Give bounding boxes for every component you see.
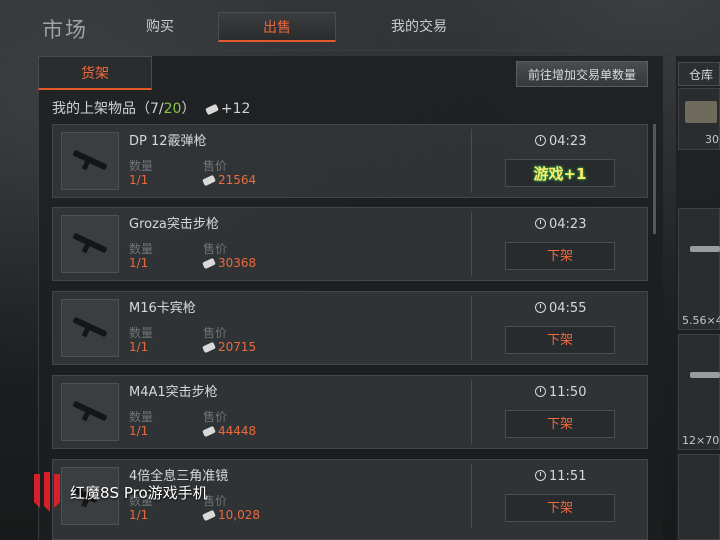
warehouse-slot[interactable] (678, 208, 720, 330)
listing-timer: 11:50 (535, 385, 586, 400)
listing-timer: 04:23 (535, 134, 586, 149)
price-label: 售价 (203, 410, 228, 424)
price-label: 售价 (203, 242, 228, 256)
shotgun-icon (72, 149, 108, 171)
scrollbar[interactable] (653, 124, 656, 234)
tab-sell[interactable]: 出售 (218, 12, 336, 42)
quantity-label: 数量 (129, 242, 154, 256)
ammo-icon (690, 372, 720, 378)
item-price: 20715 (202, 340, 257, 354)
item-price-value: 20715 (218, 340, 257, 354)
bonus-value: +12 (220, 101, 251, 117)
game-plus-one-badge[interactable]: 游戏+1 (505, 159, 615, 187)
item-price: 44448 (202, 424, 257, 438)
listed-count: 7 (150, 101, 159, 117)
item-price: 21564 (202, 173, 257, 187)
timer-value: 04:55 (549, 301, 587, 316)
currency-icon (202, 341, 216, 354)
unlist-button[interactable]: 下架 (505, 326, 615, 354)
item-thumbnail (61, 299, 119, 357)
listed-label: 我的上架物品（ (52, 101, 150, 117)
row-divider (471, 212, 472, 276)
timer-value: 11:51 (549, 469, 587, 484)
price-label: 售价 (203, 326, 228, 340)
listing-row[interactable]: DP 12霰弹枪 数量 售价 1/1 21564 04:23 游戏+1 (52, 124, 648, 198)
clock-icon (535, 470, 546, 481)
listed-items-summary: 我的上架物品（7/20） +12 (52, 98, 250, 118)
quantity-label: 数量 (129, 326, 154, 340)
ammo-label: 5.56×4 (682, 314, 720, 327)
tab-warehouse[interactable]: 仓库 (678, 62, 720, 86)
item-name: DP 12霰弹枪 (129, 134, 207, 149)
quantity-label: 数量 (129, 159, 154, 173)
item-name: Groza突击步枪 (129, 217, 219, 232)
listing-row[interactable]: M16卡宾枪 数量 售价 1/1 20715 04:55 下架 (52, 291, 648, 365)
listing-timer: 04:55 (535, 301, 586, 316)
warehouse-slot[interactable] (678, 454, 720, 540)
currency-icon (202, 425, 216, 438)
listing-timer: 04:23 (535, 217, 586, 232)
item-quantity: 1/1 (129, 424, 149, 438)
listed-close: ） (181, 101, 196, 117)
warehouse-slot[interactable]: 30 (678, 88, 720, 150)
rifle-icon (72, 232, 108, 254)
slot-value: 30 (705, 133, 719, 146)
listing-row[interactable]: M4A1突击步枪 数量 售价 1/1 44448 11:50 下架 (52, 375, 648, 449)
item-price-value: 44448 (218, 424, 257, 438)
item-quantity: 1/1 (129, 340, 149, 354)
price-label: 售价 (203, 159, 228, 173)
listing-timer: 11:51 (535, 469, 586, 484)
quantity-label: 数量 (129, 410, 154, 424)
ammo-icon (690, 246, 720, 252)
row-divider (471, 464, 472, 528)
unlist-button[interactable]: 下架 (505, 410, 615, 438)
item-thumbnail (61, 132, 119, 190)
listing-bonus: +12 (205, 101, 251, 117)
add-listing-slots-button[interactable]: 前往增加交易单数量 (516, 61, 648, 87)
currency-icon (202, 257, 216, 270)
clock-icon (535, 302, 546, 313)
tab-buy[interactable]: 购买 (118, 12, 202, 42)
header-divider (0, 50, 720, 51)
item-price-value: 30368 (218, 256, 257, 270)
item-thumbnail (61, 383, 119, 441)
currency-icon (205, 103, 219, 115)
item-price: 30368 (202, 256, 257, 270)
clock-icon (535, 135, 546, 146)
page-title: 市场 (42, 18, 88, 42)
unlist-button[interactable]: 下架 (505, 494, 615, 522)
red-magic-logo-icon (34, 472, 60, 512)
row-divider (471, 296, 472, 360)
timer-value: 04:23 (549, 217, 587, 232)
listing-row[interactable]: Groza突击步枪 数量 售价 1/1 30368 04:23 下架 (52, 207, 648, 281)
item-price-value: 21564 (218, 173, 257, 187)
clock-icon (535, 386, 546, 397)
row-divider (471, 380, 472, 444)
item-thumbnail (61, 215, 119, 273)
rifle-icon (72, 316, 108, 338)
tab-shelf[interactable]: 货架 (38, 56, 152, 90)
device-watermark: 红魔8S Pro游戏手机 (30, 470, 240, 514)
watermark-text: 红魔8S Pro游戏手机 (70, 484, 208, 502)
unlist-button[interactable]: 下架 (505, 242, 615, 270)
item-name: M16卡宾枪 (129, 301, 196, 316)
warehouse-slot[interactable] (678, 334, 720, 450)
item-quantity: 1/1 (129, 256, 149, 270)
item-quantity: 1/1 (129, 173, 149, 187)
listed-max: 20 (163, 101, 182, 117)
top-bar: 市场 购买 出售 我的交易 (0, 0, 720, 52)
item-name: M4A1突击步枪 (129, 385, 218, 400)
clock-icon (535, 218, 546, 229)
currency-icon (202, 174, 216, 187)
ammo-label: 12×70 (682, 434, 720, 447)
ammo-box-icon (685, 101, 717, 123)
tab-my-trades[interactable]: 我的交易 (344, 12, 494, 42)
timer-value: 04:23 (549, 134, 587, 149)
row-divider (471, 129, 472, 193)
rifle-icon (72, 400, 108, 422)
timer-value: 11:50 (549, 385, 587, 400)
